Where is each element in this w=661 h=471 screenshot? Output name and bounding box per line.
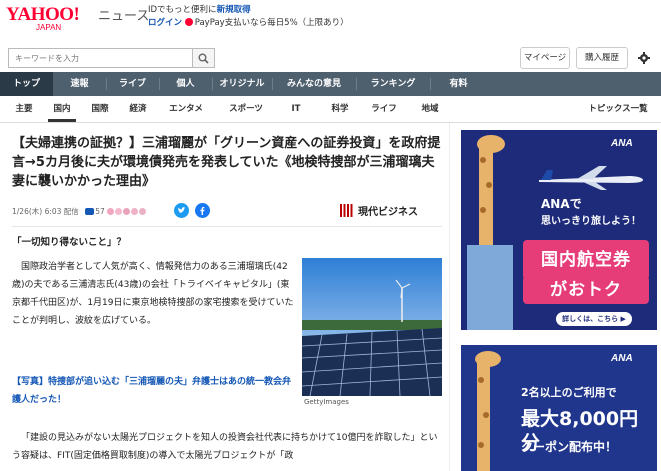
news-service-label[interactable]: ニュース — [98, 9, 149, 25]
twitter-icon — [178, 207, 186, 213]
category-nav: 主要 国内 国際 経済 エンタメ スポーツ IT 科学 ライフ 地域 トピックス… — [0, 96, 661, 123]
ana-ad-banner[interactable]: ANA ANAで 思いっきり旅しよう！ 国内航空券 がおトク 詳しくは、こちら … — [461, 130, 657, 330]
login-promo: IDでもっと便利に新規取得 ログイン PayPay支払いなら毎日5%（上限あり） — [148, 4, 349, 30]
publisher-logo-icon — [340, 204, 353, 217]
reaction-icon — [139, 208, 147, 215]
giraffe-illustration — [467, 135, 513, 330]
search-icon — [198, 53, 209, 64]
main-nav-original[interactable]: オリジナル — [212, 72, 272, 96]
logo-text: YAHOO! — [6, 4, 80, 25]
category-life[interactable]: ライフ — [366, 96, 402, 122]
paypay-icon — [184, 18, 193, 26]
signup-link[interactable]: 新規取得 — [217, 5, 251, 15]
publisher-link[interactable]: 現代ビジネス — [340, 204, 418, 220]
main-nav-live[interactable]: ライブ — [106, 72, 159, 96]
category-sports[interactable]: スポーツ — [222, 96, 270, 122]
nav-separator — [356, 78, 357, 90]
solar-panel-photo — [302, 258, 442, 396]
comment-count[interactable]: 57 — [95, 207, 105, 216]
ad-copy: 思いっきり旅しよう！ — [541, 216, 641, 227]
main-nav-ranking[interactable]: ランキング — [358, 72, 428, 96]
category-domestic[interactable]: 国内 — [48, 96, 76, 122]
reaction-icon — [107, 208, 115, 215]
airplane-icon — [539, 166, 643, 190]
related-photo-link[interactable]: 【写真】特捜部が追い込む「三浦瑠麗の夫」弁護士はあの統一教会弁護人だった！ — [12, 373, 298, 409]
article-subhead: 「一切知り得ないこと」？ — [12, 237, 127, 248]
topics-list-link[interactable]: トピックス一覧 — [582, 96, 654, 122]
comment-icon[interactable] — [85, 208, 95, 215]
ana-coupon-ad-banner[interactable]: ANA 2名以上のご利用で 最大8,000円分 クーポン配布中！ — [461, 345, 657, 471]
category-science[interactable]: 科学 — [326, 96, 354, 122]
publisher-name: 現代ビジネス — [358, 207, 418, 218]
ana-logo: ANA — [611, 138, 633, 149]
article-paragraph: 「建設の見込みがない太陽光プロジェクトを知人の投資会社代表に持ちかけて10億円を… — [12, 433, 438, 461]
ad-highlight: 国内航空券 — [523, 240, 649, 280]
main-nav: トップ 速報 ライブ 個人 オリジナル みんなの意見 ランキング 有料 — [0, 72, 661, 96]
category-international[interactable]: 国際 — [86, 96, 114, 122]
article-headline: 【夫婦連携の証拠？】三浦瑠麗が「グリーン資産への証券投資」を政府提言→5カ月後に… — [12, 136, 441, 189]
reaction-icon — [115, 208, 123, 215]
ad-copy: ANAで — [541, 197, 582, 211]
nav-separator — [272, 78, 273, 90]
reaction-icon — [131, 208, 139, 215]
facebook-share-button[interactable] — [195, 203, 210, 218]
category-it[interactable]: IT — [286, 96, 306, 122]
category-economy[interactable]: 経済 — [124, 96, 152, 122]
publish-date: 1/26(木) 6:03 配信 — [12, 207, 79, 216]
meta-divider — [12, 226, 442, 227]
column-divider — [449, 123, 450, 471]
article-photo[interactable] — [302, 258, 442, 396]
search-input[interactable] — [8, 48, 193, 68]
ad-details-link[interactable]: 詳しくは、こちら ▶ — [556, 312, 632, 326]
purchase-history-button[interactable]: 購入履歴 — [576, 47, 628, 69]
article-meta: 1/26(木) 6:03 配信 57 — [12, 206, 147, 219]
main-nav-top[interactable]: トップ — [0, 72, 53, 96]
main-nav-paid[interactable]: 有料 — [432, 72, 485, 96]
paypay-promo-text[interactable]: PayPay支払いなら毎日5%（上限あり） — [195, 18, 349, 28]
ana-logo: ANA — [611, 353, 633, 364]
gear-icon[interactable] — [638, 52, 650, 64]
reaction-icon — [123, 208, 131, 215]
category-entertainment[interactable]: エンタメ — [162, 96, 210, 122]
twitter-share-button[interactable] — [174, 203, 189, 218]
global-header: YAHOO! JAPAN ニュース IDでもっと便利に新規取得 ログイン Pay… — [0, 0, 661, 42]
search-bar: マイページ 購入履歴 — [0, 42, 661, 72]
ad-copy: クーポン配布中！ — [521, 440, 618, 454]
category-main[interactable]: 主要 — [10, 96, 38, 122]
nav-separator — [430, 78, 431, 90]
facebook-icon — [200, 207, 205, 215]
promo-text: IDでもっと便利に — [148, 5, 217, 15]
search-button[interactable] — [193, 48, 215, 68]
category-region[interactable]: 地域 — [416, 96, 444, 122]
yahoo-japan-logo[interactable]: YAHOO! JAPAN — [6, 5, 100, 35]
giraffe-illustration — [475, 351, 501, 471]
login-link[interactable]: ログイン — [148, 18, 182, 28]
reaction-icons[interactable] — [107, 207, 147, 219]
ad-highlight: がおトク — [523, 276, 649, 304]
mypage-button[interactable]: マイページ — [520, 47, 570, 69]
ad-copy: 2名以上のご利用で — [521, 386, 617, 399]
main-nav-individual[interactable]: 個人 — [159, 72, 212, 96]
logo-sub-text: JAPAN — [36, 23, 62, 32]
main-nav-breaking[interactable]: 速報 — [53, 72, 106, 96]
photo-credit: GettyImages — [304, 398, 349, 406]
main-nav-opinions[interactable]: みんなの意見 — [274, 72, 354, 96]
article-paragraph: 国際政治学者として人気が高く、情報発信力のある三浦瑠璃氏(42歳)の夫である三浦… — [12, 262, 294, 326]
